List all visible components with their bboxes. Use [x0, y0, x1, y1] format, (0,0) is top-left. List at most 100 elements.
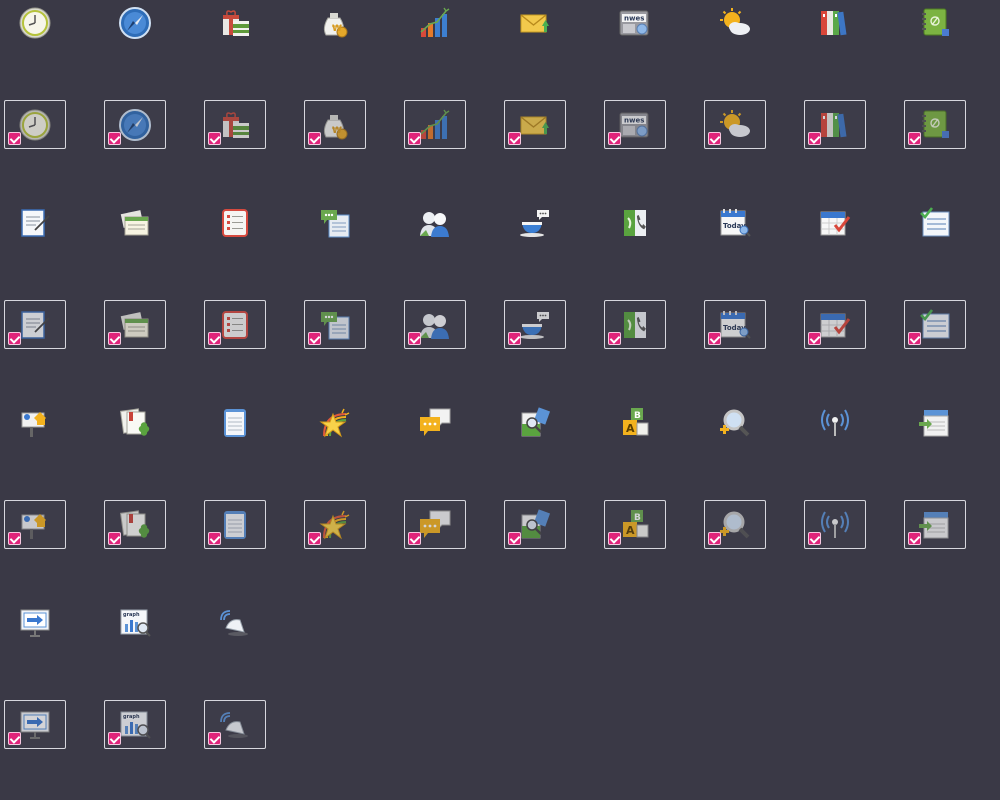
checkbox-checked-icon[interactable] — [208, 132, 221, 145]
checkbox-checked-icon[interactable] — [508, 532, 521, 545]
checkbox-checked-icon[interactable] — [508, 332, 521, 345]
task-list-tile[interactable] — [904, 199, 966, 247]
signpost-tile[interactable] — [4, 399, 66, 447]
phone-book-tile[interactable] — [604, 199, 666, 247]
checkbox-checked-icon[interactable] — [808, 332, 821, 345]
news-tile[interactable]: nwes — [604, 0, 666, 47]
checkbox-checked-icon[interactable] — [708, 332, 721, 345]
selected-compass-tile[interactable] — [104, 100, 166, 149]
today-calendar-tile[interactable]: Today — [704, 199, 766, 247]
selected-news-tile[interactable]: nwes — [604, 100, 666, 149]
selected-phone-book-tile[interactable] — [604, 300, 666, 349]
selected-growth-chart-tile[interactable] — [404, 100, 466, 149]
users-tile[interactable] — [404, 199, 466, 247]
selected-document-search-tile[interactable] — [504, 500, 566, 549]
checkbox-checked-icon[interactable] — [8, 532, 21, 545]
checklist-red-tile[interactable] — [204, 199, 266, 247]
checkbox-checked-icon[interactable] — [108, 332, 121, 345]
selected-users-tile[interactable] — [404, 300, 466, 349]
selected-notepad-tile[interactable] — [204, 500, 266, 549]
selected-money-bag-tile[interactable]: ₩ — [304, 100, 366, 149]
selected-gift-tile[interactable] — [204, 100, 266, 149]
checkbox-checked-icon[interactable] — [8, 332, 21, 345]
checkbox-checked-icon[interactable] — [808, 532, 821, 545]
growth-chart-tile[interactable] — [404, 0, 466, 47]
selected-clover-card-tile[interactable] — [104, 500, 166, 549]
selected-abc-blocks-tile[interactable]: BA — [604, 500, 666, 549]
selected-zoom-in-tile[interactable] — [704, 500, 766, 549]
chat-document-tile[interactable] — [304, 199, 366, 247]
checkbox-checked-icon[interactable] — [208, 532, 221, 545]
selected-presentation-arrow-tile[interactable] — [4, 700, 66, 749]
clock-tile[interactable] — [4, 0, 66, 47]
checkbox-checked-icon[interactable] — [708, 532, 721, 545]
checkbox-checked-icon[interactable] — [908, 132, 921, 145]
selected-mail-tile[interactable] — [504, 100, 566, 149]
checkbox-checked-icon[interactable] — [108, 732, 121, 745]
clover-card-tile[interactable] — [104, 399, 166, 447]
wireless-tile[interactable] — [804, 399, 866, 447]
selected-wireless-tile[interactable] — [804, 500, 866, 549]
checkbox-checked-icon[interactable] — [808, 132, 821, 145]
checkbox-checked-icon[interactable] — [308, 132, 321, 145]
presentation-arrow-tile[interactable] — [4, 599, 66, 647]
checkbox-checked-icon[interactable] — [308, 332, 321, 345]
checkbox-checked-icon[interactable] — [908, 332, 921, 345]
checkbox-checked-icon[interactable] — [208, 732, 221, 745]
checkbox-checked-icon[interactable] — [408, 132, 421, 145]
inbox-tray-tile[interactable] — [904, 399, 966, 447]
selected-inbox-tray-tile[interactable] — [904, 500, 966, 549]
checkbox-checked-icon[interactable] — [608, 532, 621, 545]
selected-speech-bubbles-tile[interactable] — [404, 500, 466, 549]
document-search-tile[interactable] — [504, 399, 566, 447]
coffee-icon — [504, 199, 566, 247]
selected-cards-tile[interactable] — [104, 300, 166, 349]
selected-signpost-tile[interactable] — [4, 500, 66, 549]
coffee-tile[interactable] — [504, 199, 566, 247]
checkbox-checked-icon[interactable] — [308, 532, 321, 545]
checkbox-checked-icon[interactable] — [8, 732, 21, 745]
selected-satellite-dish-tile[interactable] — [204, 700, 266, 749]
checkbox-checked-icon[interactable] — [608, 332, 621, 345]
checkbox-checked-icon[interactable] — [508, 132, 521, 145]
gift-tile[interactable] — [204, 0, 266, 47]
compass-tile[interactable] — [104, 0, 166, 47]
selected-task-list-tile[interactable] — [904, 300, 966, 349]
selected-rainbow-star-tile[interactable] — [304, 500, 366, 549]
selected-binders-tile[interactable] — [804, 100, 866, 149]
checkbox-checked-icon[interactable] — [108, 532, 121, 545]
memo-edit-tile[interactable] — [4, 199, 66, 247]
selected-graph-search-tile[interactable]: graph — [104, 700, 166, 749]
abc-blocks-tile[interactable]: BA — [604, 399, 666, 447]
weather-tile[interactable] — [704, 0, 766, 47]
checkbox-checked-icon[interactable] — [208, 332, 221, 345]
notebook-tile[interactable] — [904, 0, 966, 47]
checkbox-checked-icon[interactable] — [8, 132, 21, 145]
selected-notebook-tile[interactable] — [904, 100, 966, 149]
selected-memo-edit-tile[interactable] — [4, 300, 66, 349]
zoom-in-tile[interactable] — [704, 399, 766, 447]
checkbox-checked-icon[interactable] — [408, 532, 421, 545]
speech-bubbles-tile[interactable] — [404, 399, 466, 447]
selected-weather-tile[interactable] — [704, 100, 766, 149]
checkbox-checked-icon[interactable] — [708, 132, 721, 145]
mail-tile[interactable] — [504, 0, 566, 47]
checkbox-checked-icon[interactable] — [408, 332, 421, 345]
selected-checklist-red-tile[interactable] — [204, 300, 266, 349]
selected-coffee-tile[interactable] — [504, 300, 566, 349]
checkbox-checked-icon[interactable] — [908, 532, 921, 545]
checkbox-checked-icon[interactable] — [108, 132, 121, 145]
cards-tile[interactable] — [104, 199, 166, 247]
calendar-check-tile[interactable] — [804, 199, 866, 247]
satellite-dish-tile[interactable] — [204, 599, 266, 647]
checkbox-checked-icon[interactable] — [608, 132, 621, 145]
rainbow-star-tile[interactable] — [304, 399, 366, 447]
money-bag-tile[interactable]: ₩ — [304, 0, 366, 47]
binders-tile[interactable] — [804, 0, 866, 47]
graph-search-tile[interactable]: graph — [104, 599, 166, 647]
selected-chat-document-tile[interactable] — [304, 300, 366, 349]
notepad-tile[interactable] — [204, 399, 266, 447]
selected-clock-tile[interactable] — [4, 100, 66, 149]
selected-calendar-check-tile[interactable] — [804, 300, 866, 349]
selected-today-calendar-tile[interactable]: Today — [704, 300, 766, 349]
